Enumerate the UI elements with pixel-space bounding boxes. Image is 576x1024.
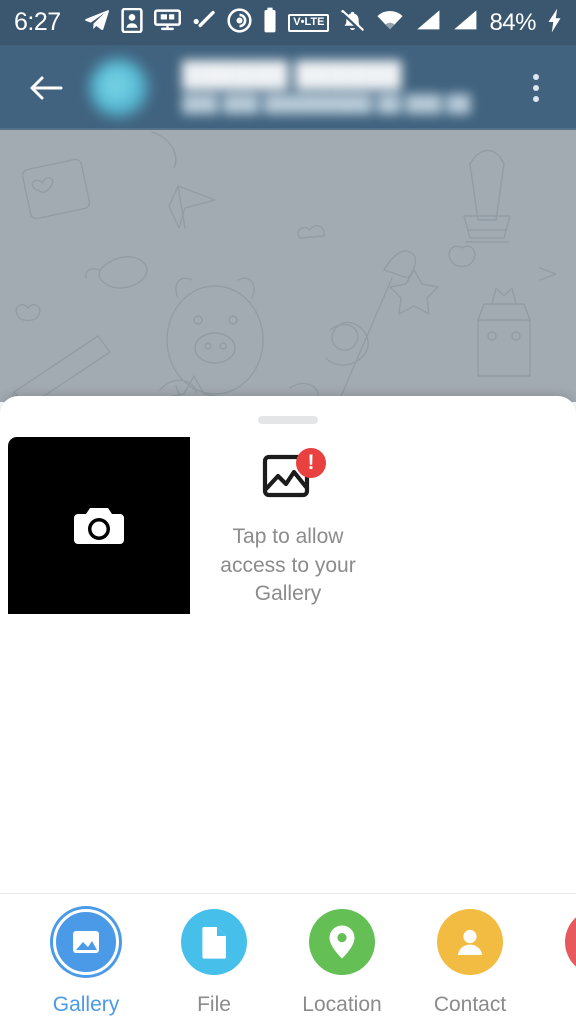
person-icon — [457, 929, 483, 955]
sheet-drag-handle[interactable] — [258, 416, 318, 424]
attachment-bottom-sheet: ! Tap to allow access to your Gallery Ga… — [0, 396, 576, 1024]
gallery-permission-message: Tap to allow access to your Gallery — [220, 525, 356, 606]
volte-icon: V•LTE — [288, 13, 330, 32]
status-clock: 6:27 — [14, 8, 61, 36]
status-bar-left: 6:27 — [14, 7, 277, 38]
chat-dim-overlay — [0, 130, 576, 402]
arrow-left-icon — [30, 76, 63, 99]
alert-exclamation-glyph: ! — [307, 450, 315, 474]
map-pin-icon — [329, 925, 355, 959]
nav-icon-contact-circle — [437, 909, 503, 975]
nav-icon-location-circle — [309, 909, 375, 975]
camera-icon — [74, 507, 124, 544]
status-bar-right: V•LTE 84% — [288, 8, 562, 38]
screen-share-icon — [153, 8, 181, 37]
nav-label-contact: Contact — [433, 993, 507, 1016]
overflow-menu-button[interactable] — [516, 65, 556, 111]
nav-item-file[interactable]: File — [150, 894, 278, 1017]
telegram-attachment-sheet-screen: 6:27 V•LTE 84% ██████ ██████ ███ ███ ███… — [0, 0, 576, 1024]
more-vertical-icon — [533, 73, 539, 80]
podcast-icon — [227, 7, 252, 38]
check-icon — [192, 9, 216, 36]
avatar[interactable] — [90, 58, 148, 117]
nav-icon-file-circle — [181, 909, 247, 975]
nav-label-file: File — [197, 993, 231, 1016]
camera-tile[interactable] — [8, 437, 190, 614]
chat-background — [0, 130, 576, 402]
telegram-icon — [84, 7, 110, 38]
document-icon — [202, 927, 226, 959]
chat-title-block[interactable]: ██████ ██████ ███ ███ █████████ ██ ███ █… — [182, 60, 516, 114]
chat-app-bar: ██████ ██████ ███ ███ █████████ ██ ███ █… — [0, 45, 576, 130]
chat-subtitle: ███ ███ █████████ ██ ███ ██ — [182, 94, 471, 114]
gallery-permission-prompt[interactable]: ! Tap to allow access to your Gallery — [200, 448, 376, 609]
alert-exclamation-icon: ! — [296, 448, 326, 478]
back-button[interactable] — [26, 68, 66, 108]
charging-bolt-icon — [547, 8, 562, 38]
nav-label-gallery: Gallery — [52, 993, 120, 1016]
more-vertical-icon — [533, 95, 539, 102]
image-icon — [73, 931, 99, 953]
notifications-muted-icon — [340, 8, 365, 38]
battery-saver-icon — [263, 7, 277, 38]
nav-item-music[interactable]: Mu — [534, 894, 576, 1017]
wifi-icon — [376, 9, 404, 36]
attachment-nav-bar: Gallery File Location Contact — [0, 893, 576, 1024]
nav-icon-music-circle — [565, 909, 576, 975]
nav-item-gallery[interactable]: Gallery — [22, 894, 150, 1017]
battery-percent-label: 84% — [489, 8, 536, 36]
nav-item-contact[interactable]: Contact — [406, 894, 534, 1017]
nav-icon-gallery-circle — [53, 909, 119, 975]
more-vertical-icon — [533, 84, 539, 91]
nav-label-location: Location — [302, 993, 382, 1016]
gallery-permission-icon-wrap: ! — [259, 448, 326, 509]
contact-card-icon — [121, 7, 143, 38]
nav-item-location[interactable]: Location — [278, 894, 406, 1017]
chat-title: ██████ ██████ — [182, 61, 402, 90]
signal-sim1-icon — [415, 9, 441, 36]
signal-sim2-icon — [452, 9, 478, 36]
status-bar: 6:27 V•LTE 84% — [0, 0, 576, 45]
